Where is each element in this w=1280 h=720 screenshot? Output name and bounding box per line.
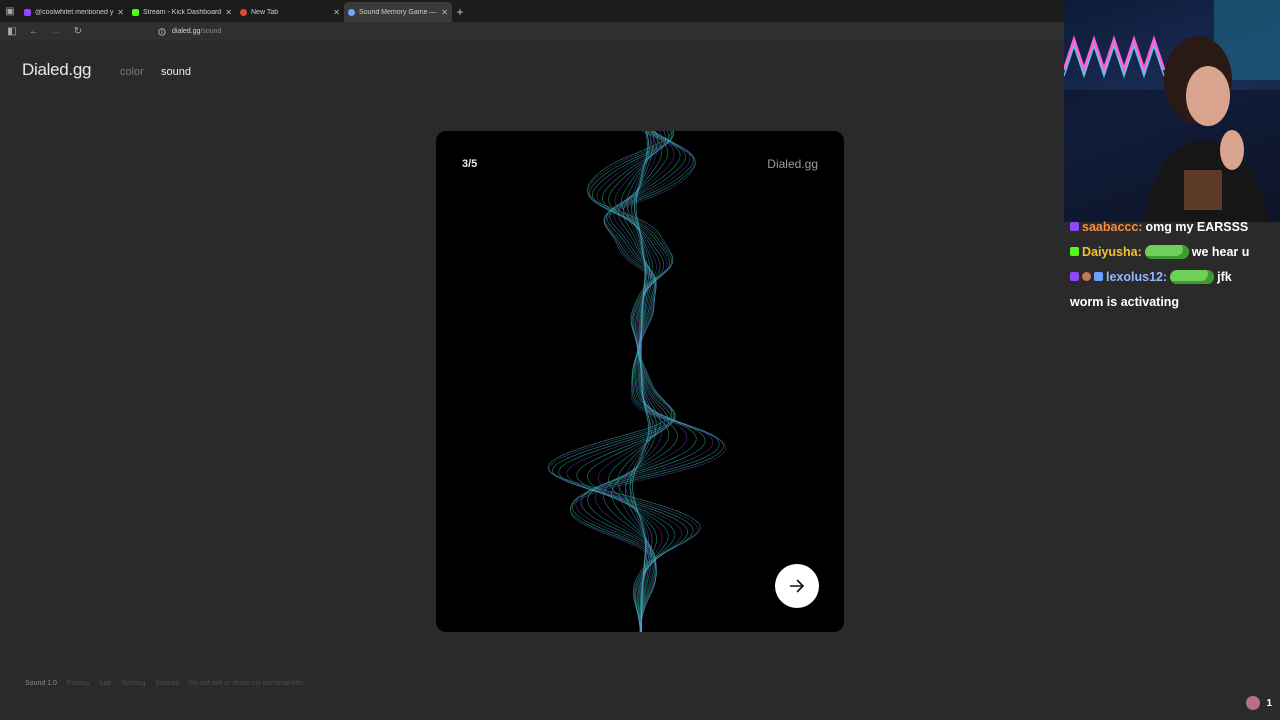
twitch-icon: [24, 8, 31, 16]
viewer-count-number: 1: [1266, 697, 1272, 709]
footer: Sound 1.0 Privacy Lab Scoring Sounds Do …: [25, 680, 303, 687]
next-button[interactable]: [775, 564, 819, 608]
tab-label: New Tab: [251, 8, 279, 16]
chrome-icon: [240, 8, 247, 16]
footer-link-scoring[interactable]: Scoring: [122, 680, 146, 687]
footer-version: Sound 1.0: [25, 680, 57, 687]
chat-text: jfk: [1217, 269, 1232, 284]
waveform-visualization: [547, 131, 726, 632]
arrow-right-icon: [789, 579, 804, 593]
worm-emote-icon: [1170, 269, 1215, 284]
chat-message-continuation: worm is activating: [1070, 289, 1276, 314]
tab-label: Sound Memory Game — H: [359, 8, 438, 16]
sound-visualizer-card: 3/5 Dialed.gg: [436, 131, 844, 632]
nav-link-color[interactable]: color: [120, 66, 144, 78]
webcam-image: [1064, 0, 1280, 222]
close-icon[interactable]: ✕: [441, 8, 448, 17]
round-counter: 3/5: [462, 158, 478, 170]
chat-message: lexolus12: jfk: [1070, 264, 1276, 289]
dialed-icon: [348, 8, 355, 16]
webcam-overlay: [1064, 0, 1280, 222]
address-toolbar: ◧ ← → ↻ dialed.gg/sound: [0, 22, 1064, 42]
new-tab-plus-icon[interactable]: +: [452, 2, 468, 22]
tab-label: @coolwhitet mentioned yo: [35, 8, 114, 16]
sidebar-toggle-icon[interactable]: ◧: [6, 26, 18, 37]
tab-kick-dashboard[interactable]: Stream - Kick Dashboard ✕: [128, 2, 236, 22]
twitch-badge-icon: [1070, 222, 1079, 231]
waveform-line: [576, 131, 676, 632]
chat-username: lexolus12:: [1106, 269, 1168, 284]
back-arrow-icon[interactable]: ←: [28, 26, 40, 37]
twitch-badge-icon: [1070, 272, 1079, 281]
avatar-icon: [1246, 696, 1261, 710]
site-info-icon[interactable]: [158, 27, 166, 36]
nav-link-sound[interactable]: sound: [161, 66, 191, 78]
chat-username: Daiyusha:: [1082, 244, 1142, 259]
reload-icon[interactable]: ↻: [72, 26, 84, 37]
viewer-count: 1: [1246, 696, 1272, 710]
close-icon[interactable]: ✕: [333, 8, 340, 17]
footer-link-sounds[interactable]: Sounds: [155, 680, 179, 687]
kick-icon: [132, 8, 139, 16]
tab-twitch[interactable]: @coolwhitet mentioned yo ✕: [20, 2, 128, 22]
chat-message: Daiyusha: we hear u: [1070, 239, 1276, 264]
footer-link-privacy[interactable]: Privacy: [67, 680, 90, 687]
chat-username: saabaccc:: [1082, 219, 1143, 234]
close-icon[interactable]: ✕: [225, 8, 232, 17]
card-brand-label: Dialed.gg: [767, 157, 818, 171]
tab-new-tab[interactable]: New Tab ✕: [236, 2, 344, 22]
url-path: /sound: [200, 28, 222, 35]
verified-badge-icon: [1094, 272, 1103, 281]
worm-emote-icon: [1144, 244, 1189, 259]
chat-text: omg my EARSSS: [1145, 219, 1249, 234]
forward-arrow-icon[interactable]: →: [50, 26, 62, 37]
chat-text: worm is activating: [1070, 294, 1180, 309]
tab-label: Stream - Kick Dashboard: [143, 8, 222, 16]
url-host: dialed.gg: [172, 28, 201, 35]
tab-strip: ▣ @coolwhitet mentioned yo ✕ Stream - Ki…: [0, 0, 1064, 22]
footer-link-do-not-sell[interactable]: Do not sell or share my personal info: [189, 680, 303, 687]
footer-link-lab[interactable]: Lab: [100, 680, 112, 687]
address-bar[interactable]: dialed.gg/sound: [158, 27, 222, 36]
close-icon[interactable]: ✕: [117, 8, 124, 17]
page-content: Dialed.gg color sound 3/5 Dialed.gg Soun…: [0, 42, 1064, 720]
subscriber-badge-icon: [1082, 272, 1091, 281]
chat-text: we hear u: [1191, 244, 1250, 259]
chat-message: saabaccc: omg my EARSSS: [1070, 214, 1276, 239]
chat-overlay: saabaccc: omg my EARSSS Daiyusha: we hea…: [1070, 214, 1276, 314]
tab-sound-memory-game[interactable]: Sound Memory Game — H ✕: [344, 2, 452, 22]
tab-search-icon[interactable]: ▣: [0, 0, 20, 22]
kick-badge-icon: [1070, 247, 1079, 256]
site-logo[interactable]: Dialed.gg: [22, 60, 91, 80]
